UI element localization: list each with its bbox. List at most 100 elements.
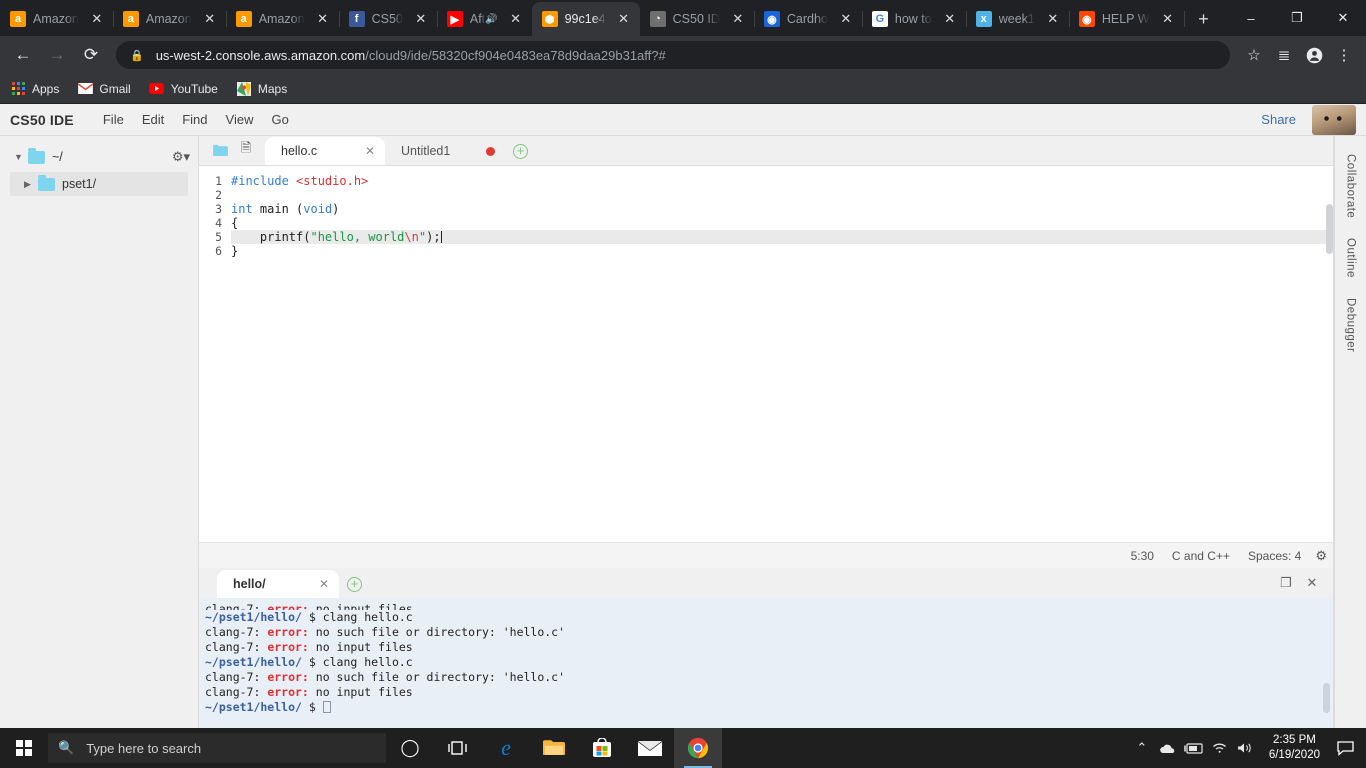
bookmark-item[interactable]: Apps — [10, 78, 59, 100]
ide-menu-find[interactable]: Find — [173, 108, 216, 131]
browser-tab[interactable]: a Amazon ✕ — [113, 2, 227, 36]
browser-tab[interactable]: ◉ HELP W ✕ — [1069, 2, 1185, 36]
task-view-icon[interactable] — [434, 728, 482, 768]
new-terminal-tab-button[interactable]: + — [347, 577, 362, 592]
file-explorer-icon[interactable] — [530, 728, 578, 768]
ide-menu-view[interactable]: View — [217, 108, 263, 131]
share-button[interactable]: Share — [1251, 108, 1306, 131]
code-token: " — [418, 230, 427, 244]
volume-icon[interactable] — [1233, 728, 1259, 768]
chrome-menu-icon[interactable]: ⋮ — [1330, 41, 1358, 69]
terminal-text: no input files — [308, 685, 413, 699]
browser-tab-title: Cardho — [786, 12, 828, 26]
close-panel-icon[interactable]: ✕ — [1299, 572, 1325, 594]
bookmark-item[interactable]: Maps — [236, 78, 287, 100]
browser-tab-close-button[interactable]: ✕ — [506, 9, 526, 29]
chevron-right-icon[interactable]: ▶ — [24, 179, 38, 190]
code-editor[interactable]: 123456 #include <studio.h> int main (voi… — [199, 166, 1333, 542]
address-bar[interactable]: 🔒 us-west-2.console.aws.amazon.com/cloud… — [116, 41, 1230, 69]
reading-list-icon[interactable]: ≣ — [1270, 41, 1298, 69]
cortana-icon[interactable]: ◯ — [386, 728, 434, 768]
browser-tab[interactable]: x week1 ✕ — [966, 2, 1070, 36]
rail-item-outline[interactable]: Outline — [1345, 228, 1357, 288]
editor-tab[interactable]: hello.c ✕ — [265, 137, 385, 165]
start-button[interactable] — [0, 728, 48, 768]
browser-tab[interactable]: Ghow to ✕ — [862, 2, 967, 36]
cursor-position[interactable]: 5:30 — [1131, 549, 1154, 563]
file-tree-item[interactable]: ▶ pset1/ — [10, 172, 188, 196]
rail-item-debugger[interactable]: Debugger — [1345, 288, 1357, 363]
battery-charging-icon[interactable] — [1181, 728, 1207, 768]
browser-tab[interactable]: ⬢ 99c1e4 ✕ — [531, 2, 640, 36]
browser-tab-close-button[interactable]: ✕ — [200, 9, 220, 29]
browser-tab[interactable]: ◔ CS50 ID ✕ — [640, 2, 755, 36]
terminal-tab-close-button[interactable]: ✕ — [319, 577, 329, 591]
browser-tab[interactable]: ▶ Aft 🔊 ✕ — [437, 2, 532, 36]
browser-tab[interactable]: ◉ Cardho ✕ — [754, 2, 863, 36]
close-window-button[interactable]: ✕ — [1320, 0, 1366, 36]
action-center-icon[interactable] — [1330, 728, 1360, 768]
new-tab-button[interactable]: + — [1190, 5, 1218, 33]
browser-tab-close-button[interactable]: ✕ — [87, 9, 107, 29]
browser-tab-close-button[interactable]: ✕ — [836, 9, 856, 29]
browser-tab-close-button[interactable]: ✕ — [940, 9, 960, 29]
browser-tab-title: week1 — [998, 12, 1035, 26]
ide-menu-file[interactable]: File — [94, 108, 133, 131]
browser-tab[interactable]: f CS50 ✕ — [339, 2, 438, 36]
windows-taskbar: 🔍 Type here to search ◯ e ⌃ 2:35 PM 6/19/… — [0, 728, 1366, 768]
taskbar-clock[interactable]: 2:35 PM 6/19/2020 — [1259, 733, 1330, 763]
terminal-text: ~/pset1/hello/ — [205, 610, 302, 624]
browser-tab-close-button[interactable]: ✕ — [1158, 9, 1178, 29]
back-button[interactable]: ← — [8, 40, 38, 70]
tab-audio-icon[interactable]: 🔊 — [485, 14, 497, 25]
editor-settings-gear-icon[interactable]: ⚙ — [1315, 548, 1327, 564]
profile-avatar-icon[interactable] — [1300, 41, 1328, 69]
editor-tab-close-button[interactable]: ✕ — [365, 144, 375, 158]
code-token: ); — [426, 230, 441, 244]
file-tree-root-row[interactable]: ▼ ~/ ⚙▾ — [0, 146, 198, 168]
url-path: /cloud9/ide/58320cf904e0483ea78d9daa29b3… — [365, 47, 666, 63]
chevron-down-icon[interactable]: ▼ — [14, 152, 28, 162]
forward-button[interactable]: → — [42, 40, 72, 70]
gear-icon[interactable]: ⚙▾ — [172, 149, 190, 165]
show-hidden-icons-icon[interactable]: ⌃ — [1129, 728, 1155, 768]
language-mode[interactable]: C and C++ — [1172, 549, 1230, 563]
maximize-window-button[interactable]: ❐ — [1274, 0, 1320, 36]
outline-toggle-icon[interactable]: 🗎 — [233, 137, 259, 163]
browser-tab[interactable]: a Amazon ✕ — [0, 2, 114, 36]
browser-tab-close-button[interactable]: ✕ — [728, 9, 748, 29]
ide-menu-go[interactable]: Go — [262, 108, 297, 131]
bookmark-item[interactable]: Gmail — [77, 78, 131, 100]
chrome-icon[interactable] — [674, 728, 722, 768]
code-token: { — [231, 216, 239, 230]
onedrive-icon[interactable] — [1155, 728, 1181, 768]
code-token: \n — [404, 230, 419, 244]
edge-icon[interactable]: e — [482, 728, 530, 768]
browser-tab[interactable]: a Amazon ✕ — [226, 2, 340, 36]
new-editor-tab-button[interactable]: + — [513, 144, 528, 159]
code-content[interactable]: #include <studio.h> int main (void){ pri… — [227, 166, 1333, 542]
mail-icon[interactable] — [626, 728, 674, 768]
browser-tab-close-button[interactable]: ✕ — [313, 9, 333, 29]
terminal-vertical-scrollbar[interactable] — [1323, 683, 1330, 713]
rail-item-collaborate[interactable]: Collaborate — [1345, 144, 1357, 228]
bookmark-item[interactable]: YouTube — [149, 78, 218, 100]
reload-button[interactable]: ⟳ — [76, 40, 106, 70]
microsoft-store-icon[interactable] — [578, 728, 626, 768]
indent-mode[interactable]: Spaces: 4 — [1248, 549, 1301, 563]
avatar[interactable] — [1312, 104, 1356, 135]
maximize-panel-icon[interactable]: ❐ — [1273, 572, 1299, 594]
terminal-tab[interactable]: hello/ ✕ — [217, 570, 339, 598]
folder-toggle-icon[interactable] — [207, 137, 233, 163]
browser-tab-close-button[interactable]: ✕ — [411, 9, 431, 29]
terminal-output[interactable]: clang-7: error: no input files ~/pset1/he… — [199, 598, 1333, 729]
minimize-window-button[interactable]: – — [1228, 0, 1274, 36]
ide-menu-edit[interactable]: Edit — [133, 108, 173, 131]
browser-tab-close-button[interactable]: ✕ — [1043, 9, 1063, 29]
browser-tab-close-button[interactable]: ✕ — [614, 9, 634, 29]
taskbar-search-box[interactable]: 🔍 Type here to search — [48, 733, 386, 763]
editor-vertical-scrollbar[interactable] — [1326, 204, 1333, 254]
wifi-icon[interactable] — [1207, 728, 1233, 768]
editor-tab[interactable]: Untitled1 — [385, 137, 505, 165]
bookmark-star-icon[interactable]: ☆ — [1240, 41, 1268, 69]
